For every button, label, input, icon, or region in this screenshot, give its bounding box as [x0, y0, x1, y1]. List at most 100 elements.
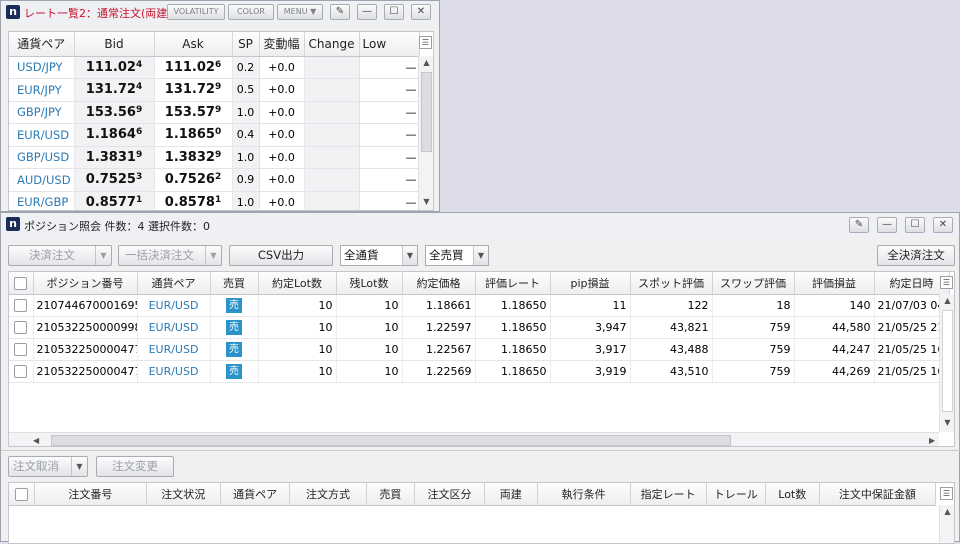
maximize-icon[interactable]: ☐ [384, 4, 404, 20]
scroll-down-icon[interactable]: ▼ [940, 418, 954, 427]
chevron-down-icon[interactable]: ▼ [205, 246, 221, 265]
bulk-settle-button[interactable]: 一括決済注文 ▼ [118, 245, 222, 266]
minimize-icon[interactable]: — [877, 217, 897, 233]
maximize-icon[interactable]: ☐ [905, 217, 925, 233]
cancel-order-button[interactable]: 注文取消 ▼ [8, 456, 88, 477]
col-header-bid[interactable]: Bid [74, 32, 155, 57]
csv-export-button[interactable]: CSV出力 [229, 245, 333, 266]
rate-row[interactable]: EUR/JPY 131.724 131.729 0.5 +0.0 — [9, 78, 420, 102]
settle-order-button[interactable]: 決済注文 ▼ [8, 245, 112, 266]
col-header-pair[interactable]: 通貨ペア [137, 272, 211, 295]
col-header-side[interactable]: 売買 [210, 272, 259, 295]
bid-price[interactable]: 131.724 [74, 78, 155, 102]
scroll-up-icon[interactable]: ▲ [940, 296, 954, 305]
rate-row[interactable]: GBP/JPY 153.569 153.579 1.0 +0.0 — [9, 101, 420, 124]
bid-price[interactable]: 153.569 [74, 101, 155, 124]
select-all-checkbox[interactable] [9, 272, 34, 295]
col-header-margin[interactable]: 注文中保証金額 [819, 483, 937, 506]
table-row[interactable]: 2105322500009980 EUR/USD 売 10 10 1.22597… [9, 316, 950, 339]
position-vertical-scrollbar[interactable]: ▲ ▼ [939, 294, 954, 432]
order-vertical-scrollbar[interactable]: ▲ [939, 505, 954, 543]
col-header-pair[interactable]: 通貨ペア [9, 32, 75, 57]
scroll-down-icon[interactable]: ▼ [419, 197, 433, 206]
col-header-lot[interactable]: 約定Lot数 [258, 272, 337, 295]
settle-all-button[interactable]: 全決済注文 [877, 245, 955, 266]
side-filter-select[interactable]: 全売買 ▼ [425, 245, 489, 266]
col-header-execution[interactable]: 執行条件 [537, 483, 631, 506]
color-button[interactable]: COLOR [228, 4, 274, 20]
modify-order-button[interactable]: 注文変更 [96, 456, 174, 477]
ask-price[interactable]: 0.85781 [154, 191, 233, 210]
col-header-target-rate[interactable]: 指定レート [630, 483, 707, 506]
rate-row[interactable]: EUR/USD 1.18646 1.18650 0.4 +0.0 — [9, 123, 420, 147]
minimize-icon[interactable]: — [357, 4, 377, 20]
rate-pair[interactable]: EUR/USD [9, 123, 75, 147]
bid-price[interactable]: 0.85771 [74, 191, 155, 210]
pin-icon[interactable]: ✎ [849, 217, 869, 233]
table-row[interactable]: 2105322500004774 EUR/USD 売 10 10 1.22569… [9, 360, 950, 383]
bid-price[interactable]: 111.024 [74, 56, 155, 79]
currency-filter-select[interactable]: 全通貨 ▼ [340, 245, 418, 266]
rate-pair[interactable]: GBP/JPY [9, 101, 75, 124]
position-window-titlebar[interactable]: n ポジション照会 件数：4 選択件数：0 ✎ — ☐ ✕ [1, 213, 959, 237]
col-header-sp[interactable]: SP [232, 32, 260, 57]
ask-price[interactable]: 1.18650 [154, 123, 233, 147]
col-header-date[interactable]: 約定日時 [874, 272, 950, 295]
col-header-order-type[interactable]: 注文区分 [414, 483, 485, 506]
column-chooser-icon[interactable]: ☰ [940, 276, 953, 289]
column-chooser-icon[interactable]: ☰ [940, 487, 953, 500]
scroll-up-icon[interactable]: ▲ [940, 507, 954, 516]
column-chooser-icon[interactable]: ☰ [419, 36, 432, 49]
close-icon[interactable]: ✕ [411, 4, 431, 20]
rate-row[interactable]: EUR/GBP 0.85771 0.85781 1.0 +0.0 — [9, 191, 420, 210]
scroll-thumb[interactable] [942, 310, 953, 412]
ask-price[interactable]: 0.75262 [154, 168, 233, 192]
col-header-pip-pl[interactable]: pip損益 [550, 272, 631, 295]
chevron-down-icon[interactable]: ▼ [71, 457, 87, 476]
col-header-spot[interactable]: スポット評価 [630, 272, 713, 295]
close-icon[interactable]: ✕ [933, 217, 953, 233]
pin-icon[interactable]: ✎ [330, 4, 350, 20]
ask-price[interactable]: 111.026 [154, 56, 233, 79]
rate-row[interactable]: AUD/USD 0.75253 0.75262 0.9 +0.0 — [9, 168, 420, 192]
scroll-left-icon[interactable]: ◀ [33, 436, 39, 445]
col-header-ask[interactable]: Ask [154, 32, 233, 57]
rate-pair[interactable]: USD/JPY [9, 56, 75, 79]
col-header-position-id[interactable]: ポジション番号 [33, 272, 138, 295]
col-header-order-id[interactable]: 注文番号 [34, 483, 147, 506]
ask-price[interactable]: 131.729 [154, 78, 233, 102]
col-header-swap[interactable]: スワップ評価 [712, 272, 795, 295]
position-horizontal-scrollbar[interactable]: ◀ ▶ [9, 432, 939, 446]
col-header-low[interactable]: Low [359, 32, 420, 57]
rate-pair[interactable]: EUR/GBP [9, 191, 75, 210]
col-header-range[interactable]: 変動幅 [259, 32, 305, 57]
col-header-pl[interactable]: 評価損益 [794, 272, 875, 295]
rate-pair[interactable]: AUD/USD [9, 168, 75, 192]
ask-price[interactable]: 153.579 [154, 101, 233, 124]
col-header-price[interactable]: 約定価格 [402, 272, 476, 295]
menu-button[interactable]: MENU ▼ [277, 4, 323, 20]
rate-pair[interactable]: EUR/JPY [9, 78, 75, 102]
scroll-thumb[interactable] [421, 72, 432, 152]
rate-vertical-scrollbar[interactable]: ▲ ▼ [418, 56, 433, 210]
col-header-hedge[interactable]: 両建 [484, 483, 538, 506]
select-all-checkbox[interactable] [9, 483, 35, 506]
rate-row[interactable]: USD/JPY 111.024 111.026 0.2 +0.0 — [9, 56, 420, 79]
bid-price[interactable]: 1.38319 [74, 146, 155, 169]
chevron-down-icon[interactable]: ▼ [402, 246, 417, 265]
col-header-pair[interactable]: 通貨ペア [220, 483, 291, 506]
col-header-order-status[interactable]: 注文状況 [146, 483, 221, 506]
chevron-down-icon[interactable]: ▼ [95, 246, 111, 265]
col-header-rate[interactable]: 評価レート [475, 272, 551, 295]
col-header-remaining-lot[interactable]: 残Lot数 [336, 272, 403, 295]
scroll-right-icon[interactable]: ▶ [929, 436, 935, 445]
col-header-trail[interactable]: トレール [706, 483, 766, 506]
volatility-button[interactable]: VOLATILITY [167, 4, 225, 20]
ask-price[interactable]: 1.38329 [154, 146, 233, 169]
chevron-down-icon[interactable]: ▼ [473, 246, 488, 265]
bid-price[interactable]: 1.18646 [74, 123, 155, 147]
row-checkbox[interactable] [9, 316, 34, 339]
rate-window-titlebar[interactable]: n レート一覧2：通常注文(両建 VOLATILITY COLOR MENU ▼… [1, 1, 439, 23]
bid-price[interactable]: 0.75253 [74, 168, 155, 192]
rate-pair[interactable]: GBP/USD [9, 146, 75, 169]
